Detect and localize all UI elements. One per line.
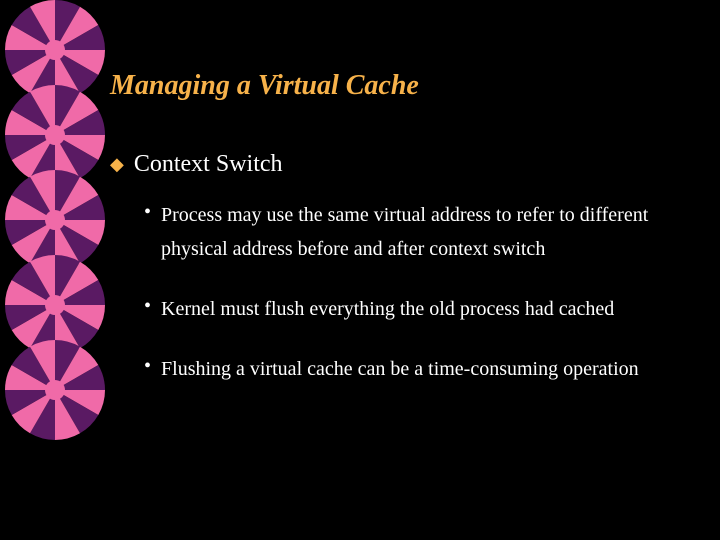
dot-bullet-icon: • bbox=[144, 198, 151, 226]
slide-title: Managing a Virtual Cache bbox=[110, 70, 680, 102]
bullet-level2-text: Kernel must flush everything the old pro… bbox=[161, 292, 614, 326]
bullet-level2: • Kernel must flush everything the old p… bbox=[144, 292, 680, 326]
dot-bullet-icon: • bbox=[144, 352, 151, 380]
bullet-level1-text: Context Switch bbox=[134, 150, 283, 178]
bullet-level2-text: Flushing a virtual cache can be a time-c… bbox=[161, 352, 639, 386]
diamond-bullet-icon: ◆ bbox=[110, 150, 124, 178]
dot-bullet-icon: • bbox=[144, 292, 151, 320]
slide: Managing a Virtual Cache ◆ Context Switc… bbox=[0, 0, 720, 540]
bullet-level2: • Process may use the same virtual addre… bbox=[144, 198, 680, 266]
bullet-level2-text: Process may use the same virtual address… bbox=[161, 198, 680, 266]
bullet-level1: ◆ Context Switch bbox=[110, 150, 680, 178]
bullet-level2: • Flushing a virtual cache can be a time… bbox=[144, 352, 680, 386]
